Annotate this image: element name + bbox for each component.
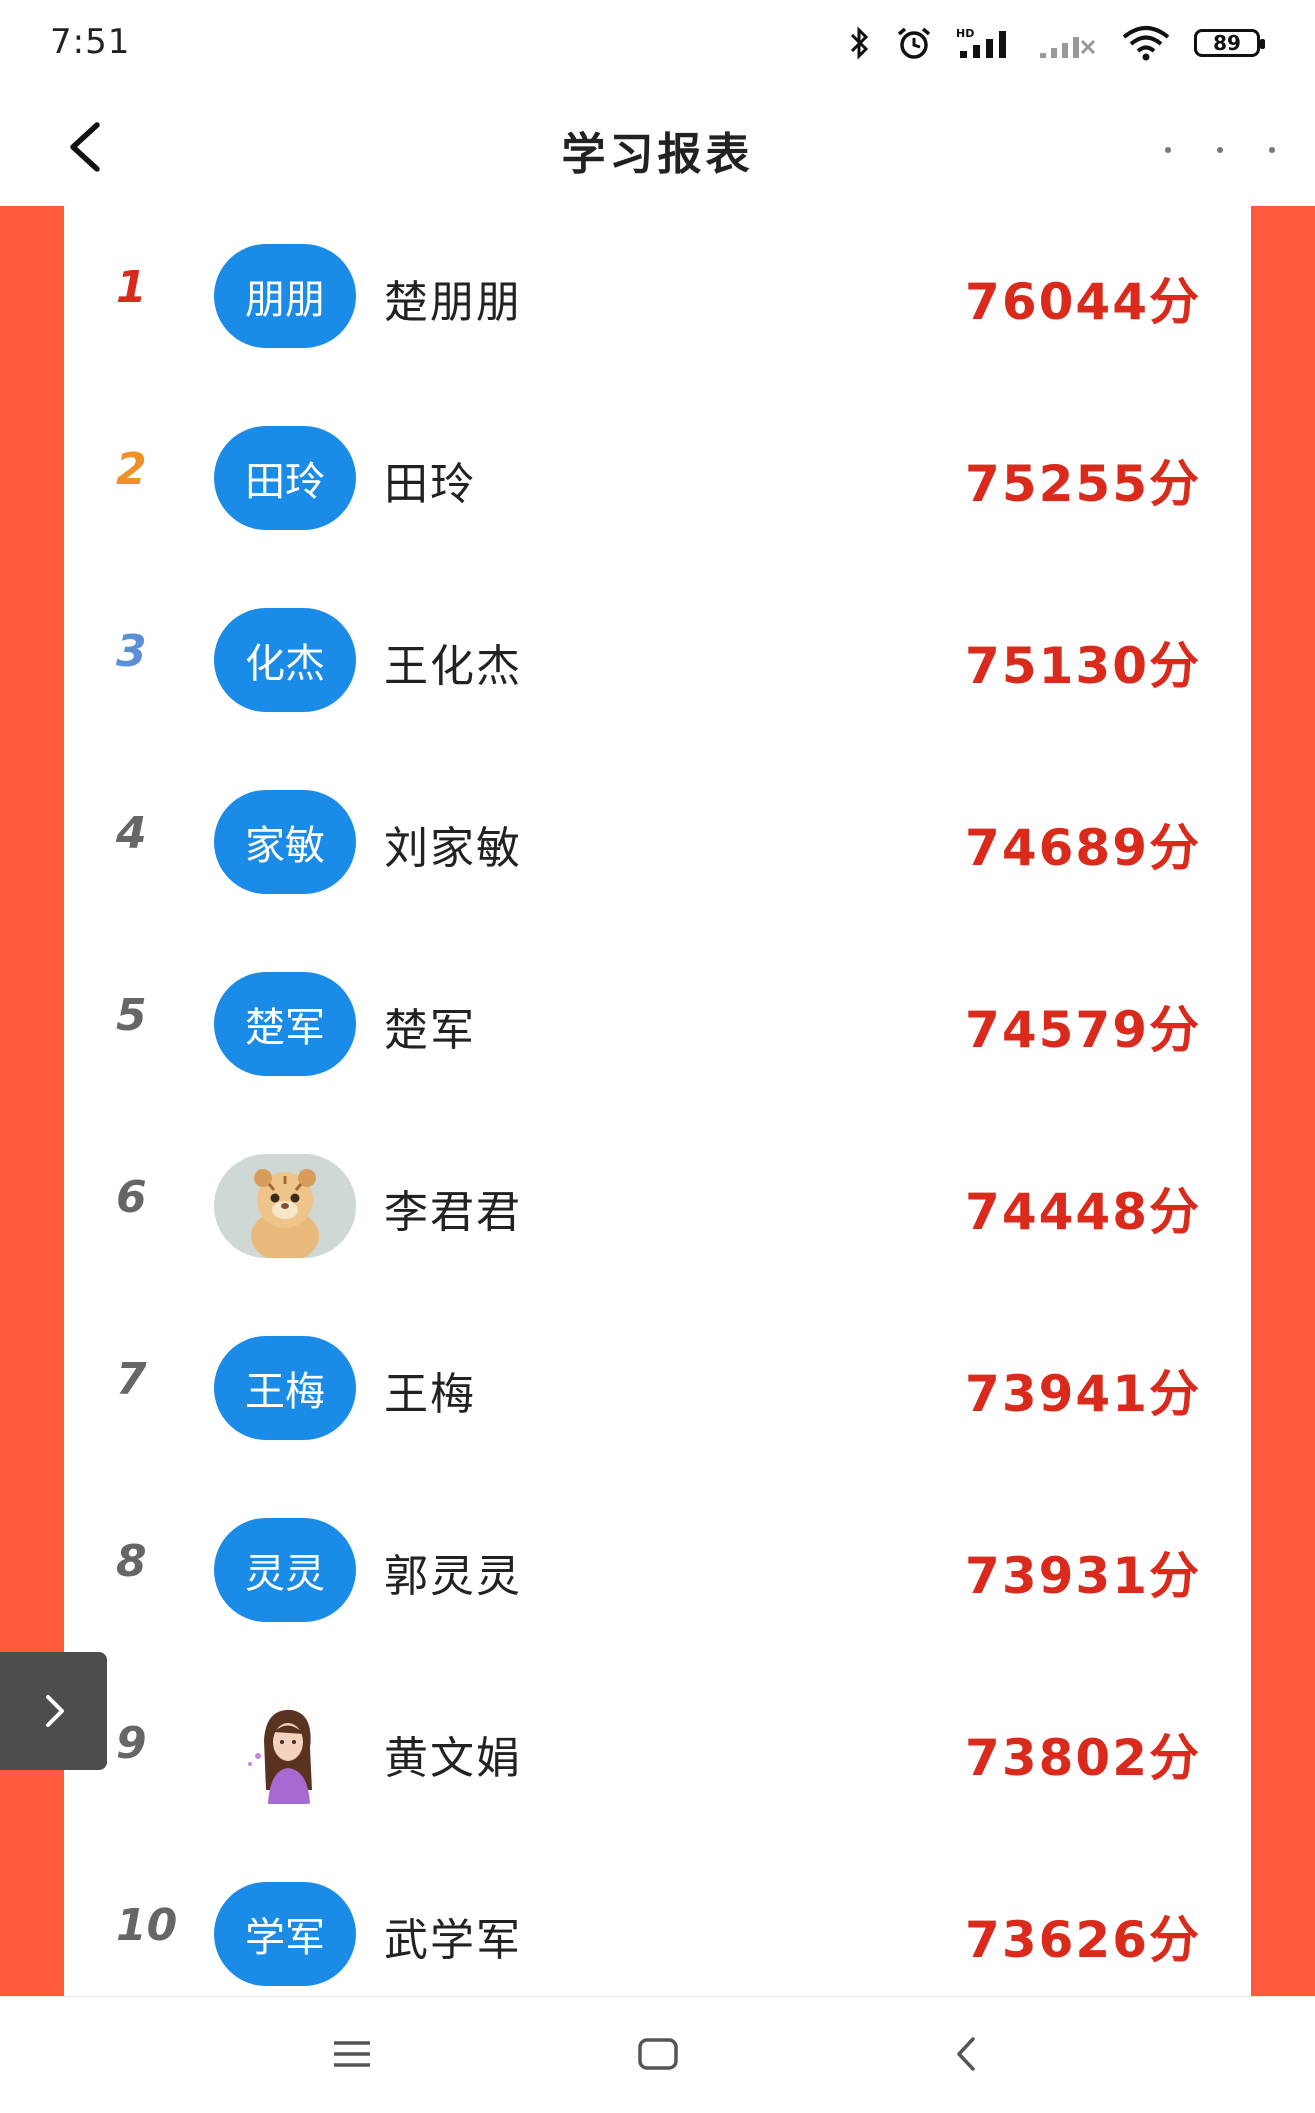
member-score: 74689分 [965,819,1201,877]
member-name: 王化杰 [384,641,522,692]
ranking-row[interactable]: 8 灵灵 郭灵灵 73931分 [64,1480,1251,1662]
member-name: 李君君 [384,1187,522,1238]
member-score: 76044分 [965,273,1201,331]
member-name: 王梅 [384,1369,476,1420]
member-score: 74448分 [965,1183,1201,1241]
hd-signal-icon: HD [956,25,1016,61]
member-score: 73931分 [965,1547,1201,1605]
ranking-list[interactable]: 1 朋朋 楚朋朋 76044分 2 田玲 田玲 75255分 3 化杰 王化杰 … [64,206,1251,1996]
member-name: 楚朋朋 [384,277,522,328]
rank-number: 3 [116,626,147,677]
member-name: 黄文娟 [384,1733,522,1784]
side-expand-tab[interactable] [0,1652,107,1770]
rank-number: 10 [116,1900,178,1951]
header: 学习报表 [0,90,1315,206]
member-score: 73941分 [965,1365,1201,1423]
signal-off-icon [1038,25,1098,61]
avatar[interactable]: 学军 [214,1882,356,1986]
more-dots-icon [1217,147,1223,153]
rank-number: 6 [116,1172,147,1223]
svg-text:HD: HD [956,27,974,40]
menu-button[interactable] [322,2029,382,2079]
member-name: 刘家敏 [384,823,522,874]
rank-number: 5 [116,990,147,1041]
rank-number: 1 [116,262,147,313]
more-button[interactable] [1165,120,1275,180]
member-score: 73802分 [965,1729,1201,1787]
status-time: 7:51 [50,22,131,62]
battery-level: 89 [1213,31,1241,55]
ranking-row[interactable]: 7 王梅 王梅 73941分 [64,1298,1251,1480]
wifi-icon [1120,25,1172,61]
rank-number: 8 [116,1536,147,1587]
avatar[interactable]: 王梅 [214,1336,356,1440]
member-name: 楚军 [384,1005,476,1056]
ranking-row[interactable]: 6 李君君 74448分 [64,1116,1251,1298]
ranking-row[interactable]: 5 楚军 楚军 74579分 [64,934,1251,1116]
ranking-row[interactable]: 3 化杰 王化杰 75130分 [64,570,1251,752]
ranking-row[interactable]: 9 黄文娟 73802分 [64,1662,1251,1844]
avatar[interactable]: 朋朋 [214,244,356,348]
system-back-button[interactable] [936,2029,996,2079]
member-score: 73626分 [965,1911,1201,1969]
chevron-right-icon [45,1695,64,1727]
rank-number: 4 [116,808,147,859]
battery-icon: 89 [1194,29,1265,57]
ranking-row[interactable]: 1 朋朋 楚朋朋 76044分 [64,206,1251,388]
rank-number: 2 [116,444,147,495]
girl-cartoon-avatar[interactable] [214,1700,356,1804]
member-score: 75130分 [965,637,1201,695]
page-title: 学习报表 [561,129,754,180]
avatar[interactable]: 楚军 [214,972,356,1076]
red-background-right [1251,206,1315,1996]
status-bar: 7:51 HD 89 [0,0,1315,90]
ranking-row[interactable]: 4 家敏 刘家敏 74689分 [64,752,1251,934]
rank-number: 9 [116,1718,147,1769]
system-nav-bar [0,1996,1315,2113]
more-dots-icon [1269,147,1275,153]
avatar[interactable]: 化杰 [214,608,356,712]
member-name: 郭灵灵 [384,1551,522,1602]
avatar[interactable]: 家敏 [214,790,356,894]
member-score: 75255分 [965,455,1201,513]
bluetooth-icon [848,25,872,61]
status-icons: HD 89 [848,20,1265,66]
back-icon [957,2037,975,2071]
home-button[interactable] [628,2029,688,2079]
member-name: 武学军 [384,1915,522,1966]
ranking-row[interactable]: 2 田玲 田玲 75255分 [64,388,1251,570]
rank-number: 7 [116,1354,147,1405]
avatar[interactable]: 田玲 [214,426,356,530]
home-square-icon [638,2038,678,2070]
alarm-icon [894,25,934,61]
more-dots-icon [1165,147,1171,153]
avatar[interactable]: 灵灵 [214,1518,356,1622]
menu-icon [334,2041,370,2067]
member-name: 田玲 [384,459,476,510]
tiger-cub-avatar[interactable] [214,1154,356,1258]
member-score: 74579分 [965,1001,1201,1059]
